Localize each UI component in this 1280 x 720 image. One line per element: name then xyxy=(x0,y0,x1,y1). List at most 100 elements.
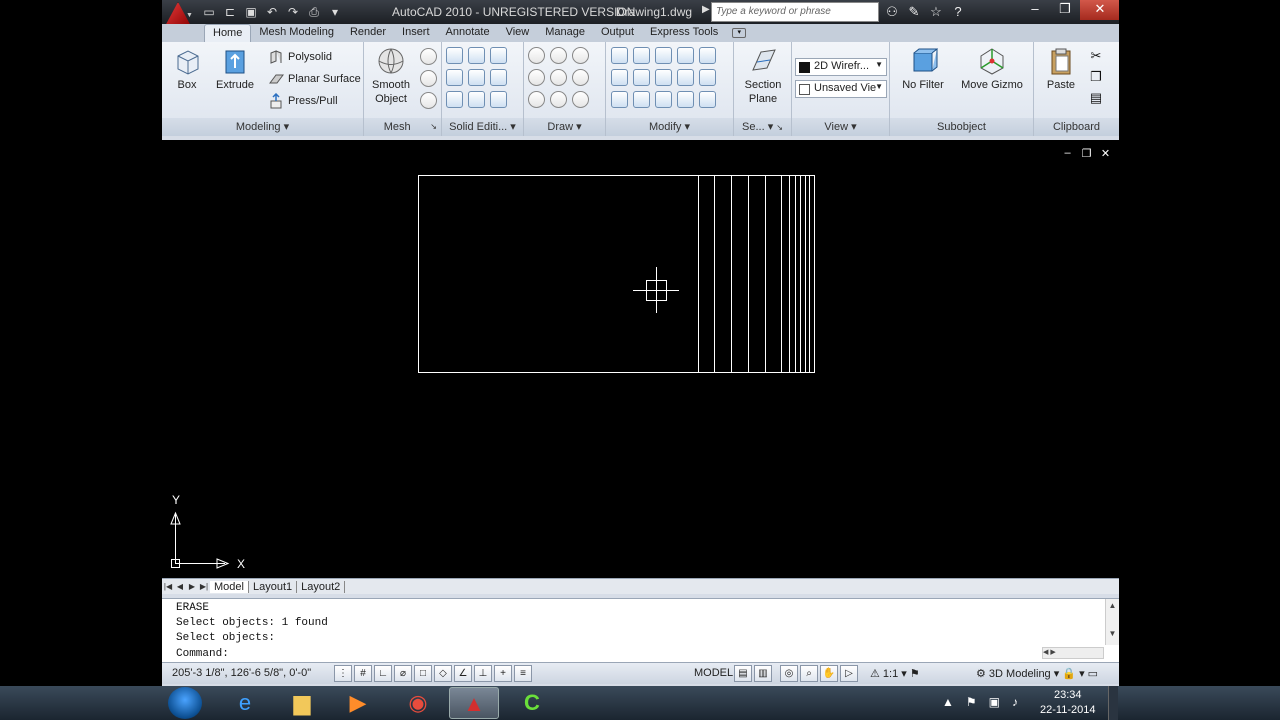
tab-layout2[interactable]: Layout2 xyxy=(297,580,346,593)
polygon-icon[interactable] xyxy=(528,91,545,108)
panel-section-title[interactable]: Se... ▾ ↘ xyxy=(734,118,791,136)
tab-annotate[interactable]: Annotate xyxy=(438,24,498,42)
next-tab-icon[interactable]: ▶ xyxy=(186,582,198,591)
3d-array-icon[interactable] xyxy=(611,91,628,108)
search-input[interactable]: Type a keyword or phrase xyxy=(711,2,879,22)
plot-icon[interactable]: ⎙ xyxy=(305,3,323,21)
move-icon[interactable] xyxy=(655,47,672,64)
snap-mode-icon[interactable]: ⋮ xyxy=(334,665,352,682)
object-snap-tracking-icon[interactable]: ∠ xyxy=(454,665,472,682)
lineweight-icon[interactable]: ≡ xyxy=(514,665,532,682)
extrude-faces-icon[interactable] xyxy=(468,69,485,86)
break-icon[interactable] xyxy=(699,47,716,64)
3d-rotate-icon[interactable] xyxy=(633,69,650,86)
mirror-icon[interactable] xyxy=(677,69,694,86)
panel-modeling-title[interactable]: Modeling ▾ xyxy=(162,118,363,136)
first-tab-icon[interactable]: |◀ xyxy=(162,582,174,591)
rotate-icon[interactable] xyxy=(655,69,672,86)
panel-solid-editing-title[interactable]: Solid Editi... ▾ xyxy=(442,118,523,136)
zoom-icon[interactable]: ⌕ xyxy=(800,665,818,682)
help-icon[interactable]: ? xyxy=(948,2,968,22)
redo-icon[interactable]: ↷ xyxy=(284,3,302,21)
show-desktop-button[interactable] xyxy=(1108,686,1118,720)
polysolid-button[interactable]: Polysolid xyxy=(268,49,332,65)
imprint-icon[interactable] xyxy=(468,91,485,108)
rectangle-icon[interactable] xyxy=(550,91,567,108)
volume-icon[interactable]: ♪ xyxy=(1012,695,1018,709)
move-gizmo-button[interactable]: Move Gizmo xyxy=(956,46,1028,92)
circle-icon[interactable] xyxy=(572,69,589,86)
internet-explorer-icon[interactable]: e xyxy=(220,687,270,719)
visual-style-dropdown[interactable]: 2D Wirefr... ▼ xyxy=(795,58,887,76)
tab-model[interactable]: Model xyxy=(210,580,249,593)
arc-icon[interactable] xyxy=(572,47,589,64)
panel-mesh-title[interactable]: Mesh ↘ xyxy=(364,118,441,136)
tab-layout1[interactable]: Layout1 xyxy=(249,580,298,593)
prev-tab-icon[interactable]: ◀ xyxy=(174,582,186,591)
ortho-mode-icon[interactable]: ∟ xyxy=(374,665,392,682)
taper-faces-icon[interactable] xyxy=(490,69,507,86)
save-icon[interactable]: ▣ xyxy=(242,3,260,21)
grid-display-icon[interactable]: # xyxy=(354,665,372,682)
union-icon[interactable] xyxy=(446,47,463,64)
copy-icon[interactable] xyxy=(677,47,694,64)
mesh-refine-icon[interactable] xyxy=(420,92,437,109)
extract-edges-icon[interactable] xyxy=(468,47,485,64)
no-filter-button[interactable]: No Filter xyxy=(895,46,951,92)
steering-wheel-icon[interactable]: ◎ xyxy=(780,665,798,682)
camtasia-icon[interactable]: C xyxy=(507,687,557,719)
start-button[interactable] xyxy=(168,687,202,719)
tab-manage[interactable]: Manage xyxy=(537,24,593,42)
object-snap-icon[interactable]: □ xyxy=(414,665,432,682)
autocad-taskbar-icon[interactable]: ▲ xyxy=(449,687,499,719)
show-hidden-icons-icon[interactable]: ▲ xyxy=(942,695,954,709)
model-space-button[interactable]: MODEL xyxy=(694,667,733,679)
workspace-switcher[interactable]: ⚙ 3D Modeling ▾ 🔒 ▾ ▭ xyxy=(976,667,1098,680)
drawing-canvas[interactable]: – ❐ ✕ Y X xyxy=(162,140,1119,578)
coordinates-readout[interactable]: 205'-3 1/8", 126'-6 5/8", 0'-0" xyxy=(172,667,311,679)
tab-output[interactable]: Output xyxy=(593,24,642,42)
open-folder-icon[interactable]: ⊏ xyxy=(221,3,239,21)
command-input[interactable]: Command: xyxy=(176,648,229,660)
section-plane-button[interactable]: Section Plane xyxy=(738,46,788,106)
tab-view[interactable]: View xyxy=(498,24,538,42)
cut-icon[interactable]: ✂ xyxy=(1088,48,1104,64)
last-tab-icon[interactable]: ▶| xyxy=(198,582,210,591)
paste-button[interactable]: Paste xyxy=(1036,46,1086,92)
trim-icon[interactable] xyxy=(611,47,628,64)
ellipse-icon[interactable] xyxy=(572,91,589,108)
ribbon-minimize-icon[interactable]: ▾ xyxy=(732,28,747,38)
pan-icon[interactable]: ✋ xyxy=(820,665,838,682)
quick-view-drawings-icon[interactable]: ▥ xyxy=(754,665,772,682)
smooth-object-button[interactable]: Smooth Object xyxy=(366,46,416,106)
copy-clip-icon[interactable]: ❐ xyxy=(1088,69,1104,85)
named-view-dropdown[interactable]: Unsaved Vie ▼ xyxy=(795,80,887,98)
hatch-icon[interactable] xyxy=(550,47,567,64)
communication-center-icon[interactable]: ✎ xyxy=(904,2,924,22)
mesh-smooth-less-icon[interactable] xyxy=(420,70,437,87)
file-explorer-icon[interactable]: ▆ xyxy=(277,687,327,719)
tab-home[interactable]: Home xyxy=(204,24,252,42)
binoculars-icon[interactable]: ⚇ xyxy=(882,2,902,22)
press-pull-button[interactable]: Press/Pull xyxy=(268,93,338,109)
command-scrollbar[interactable]: ▲ ▼ xyxy=(1105,599,1119,645)
tab-insert[interactable]: Insert xyxy=(394,24,438,42)
media-player-icon[interactable]: ▶ xyxy=(333,687,383,719)
mesh-smooth-more-icon[interactable] xyxy=(420,48,437,65)
3d-move-icon[interactable] xyxy=(633,47,650,64)
dynamic-ucs-icon[interactable]: ⊥ xyxy=(474,665,492,682)
action-center-flag-icon[interactable]: ⚑ xyxy=(966,695,977,709)
match-properties-icon[interactable]: ▤ xyxy=(1088,90,1104,106)
chrome-icon[interactable]: ◉ xyxy=(393,687,443,719)
favorites-star-icon[interactable]: ☆ xyxy=(926,2,946,22)
command-hscrollbar[interactable]: ◀ ▶ xyxy=(1042,647,1104,659)
spline-icon[interactable] xyxy=(528,69,545,86)
tab-mesh-modeling[interactable]: Mesh Modeling xyxy=(251,24,342,42)
close-icon[interactable]: ✕ xyxy=(1080,0,1119,20)
dynamic-input-icon[interactable]: + xyxy=(494,665,512,682)
polar-tracking-icon[interactable]: ⌀ xyxy=(394,665,412,682)
network-icon[interactable]: ▣ xyxy=(989,695,1000,709)
polyline-icon[interactable] xyxy=(528,47,545,64)
tab-express-tools[interactable]: Express Tools xyxy=(642,24,726,42)
fillet-icon[interactable] xyxy=(699,69,716,86)
